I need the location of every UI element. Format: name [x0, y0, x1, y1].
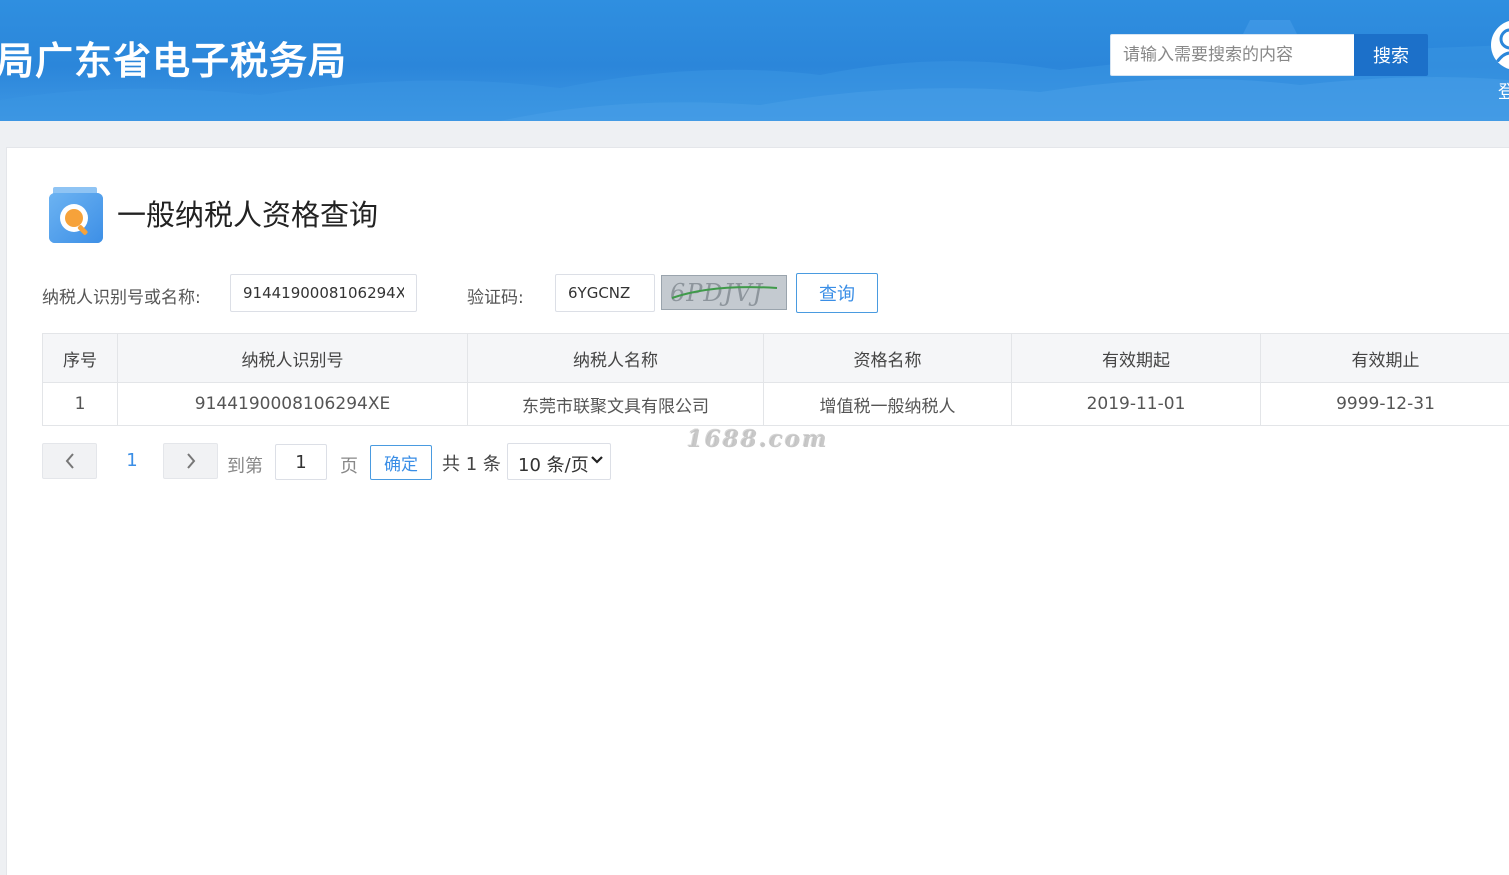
goto-label: 到第 [227, 456, 263, 477]
total-count-text: 共 1 条 [442, 454, 501, 475]
captcha-input[interactable] [555, 274, 655, 312]
search-input[interactable] [1111, 35, 1353, 75]
col-header-valid-to: 有效期止 [1260, 333, 1509, 383]
page-size-select[interactable]: 10 条/页 [507, 443, 611, 480]
col-header-taxpayer-id: 纳税人识别号 [117, 333, 468, 383]
chevron-left-icon [65, 453, 74, 469]
result-table: 序号 纳税人识别号 纳税人名称 资格名称 有效期起 有效期止 1 9144190… [42, 333, 1509, 426]
taxpayer-input[interactable] [230, 274, 417, 312]
col-header-taxpayer-name: 纳税人名称 [467, 333, 764, 383]
login-label[interactable]: 登 [1498, 78, 1509, 104]
table-header-row: 序号 纳税人识别号 纳税人名称 资格名称 有效期起 有效期止 [42, 333, 1509, 383]
goto-confirm-button[interactable]: 确定 [370, 445, 432, 480]
table-row: 1 9144190008106294XE 东莞市联聚文具有限公司 增值税一般纳税… [42, 382, 1509, 426]
captcha-label: 验证码: [467, 288, 524, 308]
search-button[interactable]: 搜索 [1354, 34, 1428, 76]
search-document-icon [49, 187, 103, 243]
cell-qualification: 增值税一般纳税人 [763, 382, 1012, 426]
main-card: 一般纳税人资格查询 纳税人识别号或名称: 验证码: 6PDJVJ 查询 序号 纳… [6, 147, 1509, 875]
cell-valid-to: 9999-12-31 [1260, 382, 1509, 426]
prev-page-button[interactable] [42, 443, 97, 479]
col-header-valid-from: 有效期起 [1011, 333, 1261, 383]
query-button[interactable]: 查询 [796, 273, 878, 313]
search-box: 搜索 [1110, 34, 1428, 76]
cell-valid-from: 2019-11-01 [1011, 382, 1261, 426]
col-header-qualification: 资格名称 [763, 333, 1012, 383]
page-title: 一般纳税人资格查询 [117, 198, 379, 232]
taxpayer-label: 纳税人识别号或名称: [42, 288, 201, 308]
watermark: 1688.com [687, 426, 829, 453]
cell-taxpayer-id: 9144190008106294XE [117, 382, 468, 426]
next-page-button[interactable] [163, 443, 218, 479]
cell-taxpayer-name: 东莞市联聚文具有限公司 [467, 382, 764, 426]
page-size-value: 10 条/页 [518, 455, 589, 476]
page-unit-label: 页 [340, 456, 358, 477]
col-header-index: 序号 [42, 333, 118, 383]
site-title: 局广东省电子税务局 [0, 39, 348, 83]
captcha-image[interactable]: 6PDJVJ [661, 275, 787, 310]
cell-index: 1 [42, 382, 118, 426]
user-icon [1495, 28, 1509, 62]
captcha-image-text: 6PDJVJ [670, 279, 764, 307]
chevron-right-icon [186, 453, 195, 469]
site-header: 局广东省电子税务局 搜索 登 [0, 0, 1509, 121]
page-number-current[interactable]: 1 [117, 450, 147, 471]
goto-page-input[interactable] [275, 444, 327, 480]
chevron-down-icon [591, 456, 603, 464]
